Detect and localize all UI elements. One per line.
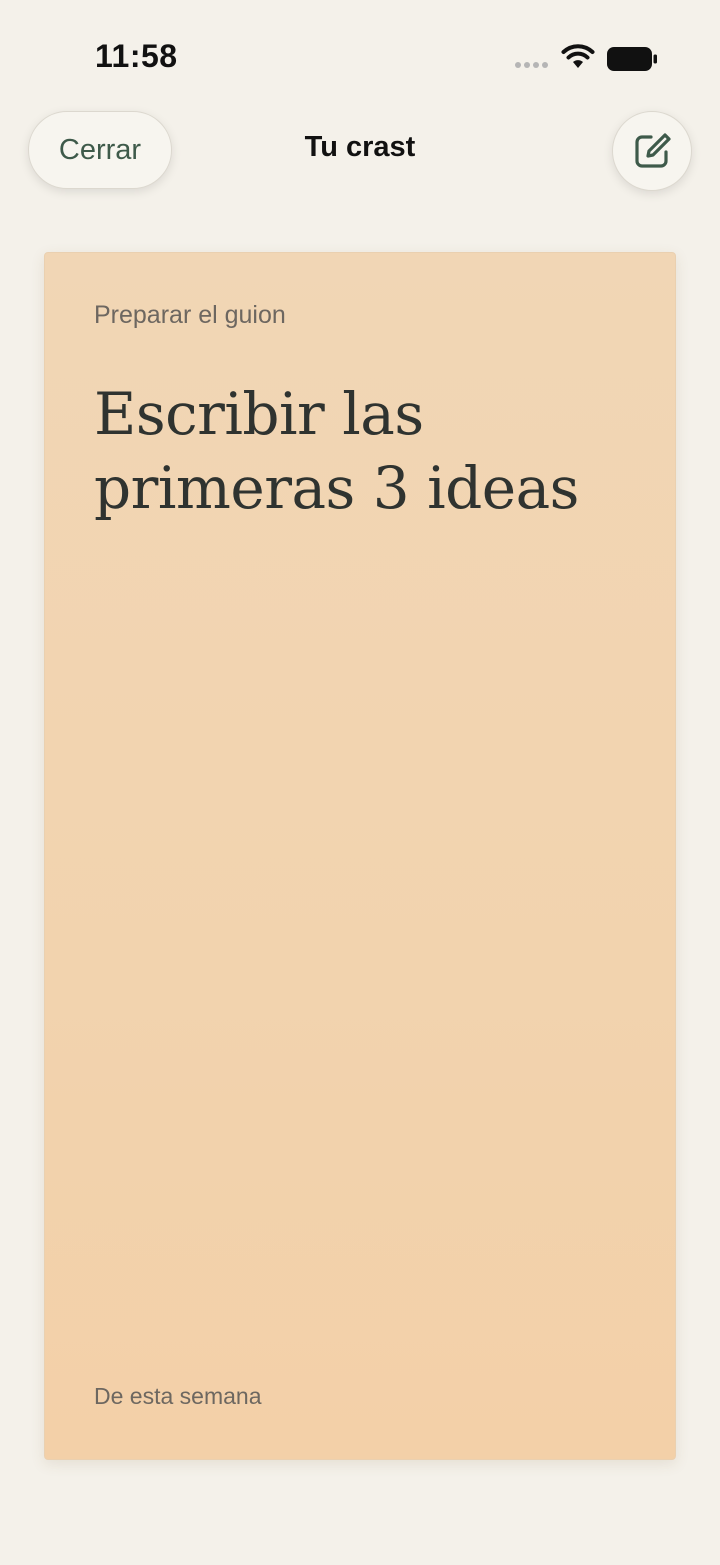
cellular-signal-icon [515,62,548,68]
crast-card[interactable]: Preparar el guion Escribir las primeras … [44,252,676,1460]
wifi-icon [561,44,595,68]
card-category: Preparar el guion [94,301,286,329]
status-time: 11:58 [95,38,178,74]
card-title: Escribir las primeras 3 ideas [94,380,579,522]
edit-button[interactable] [612,111,692,191]
card-footer: De esta semana [94,1383,262,1409]
status-bar: 11:58 [0,0,720,110]
edit-icon [635,133,671,168]
battery-icon [607,47,657,71]
